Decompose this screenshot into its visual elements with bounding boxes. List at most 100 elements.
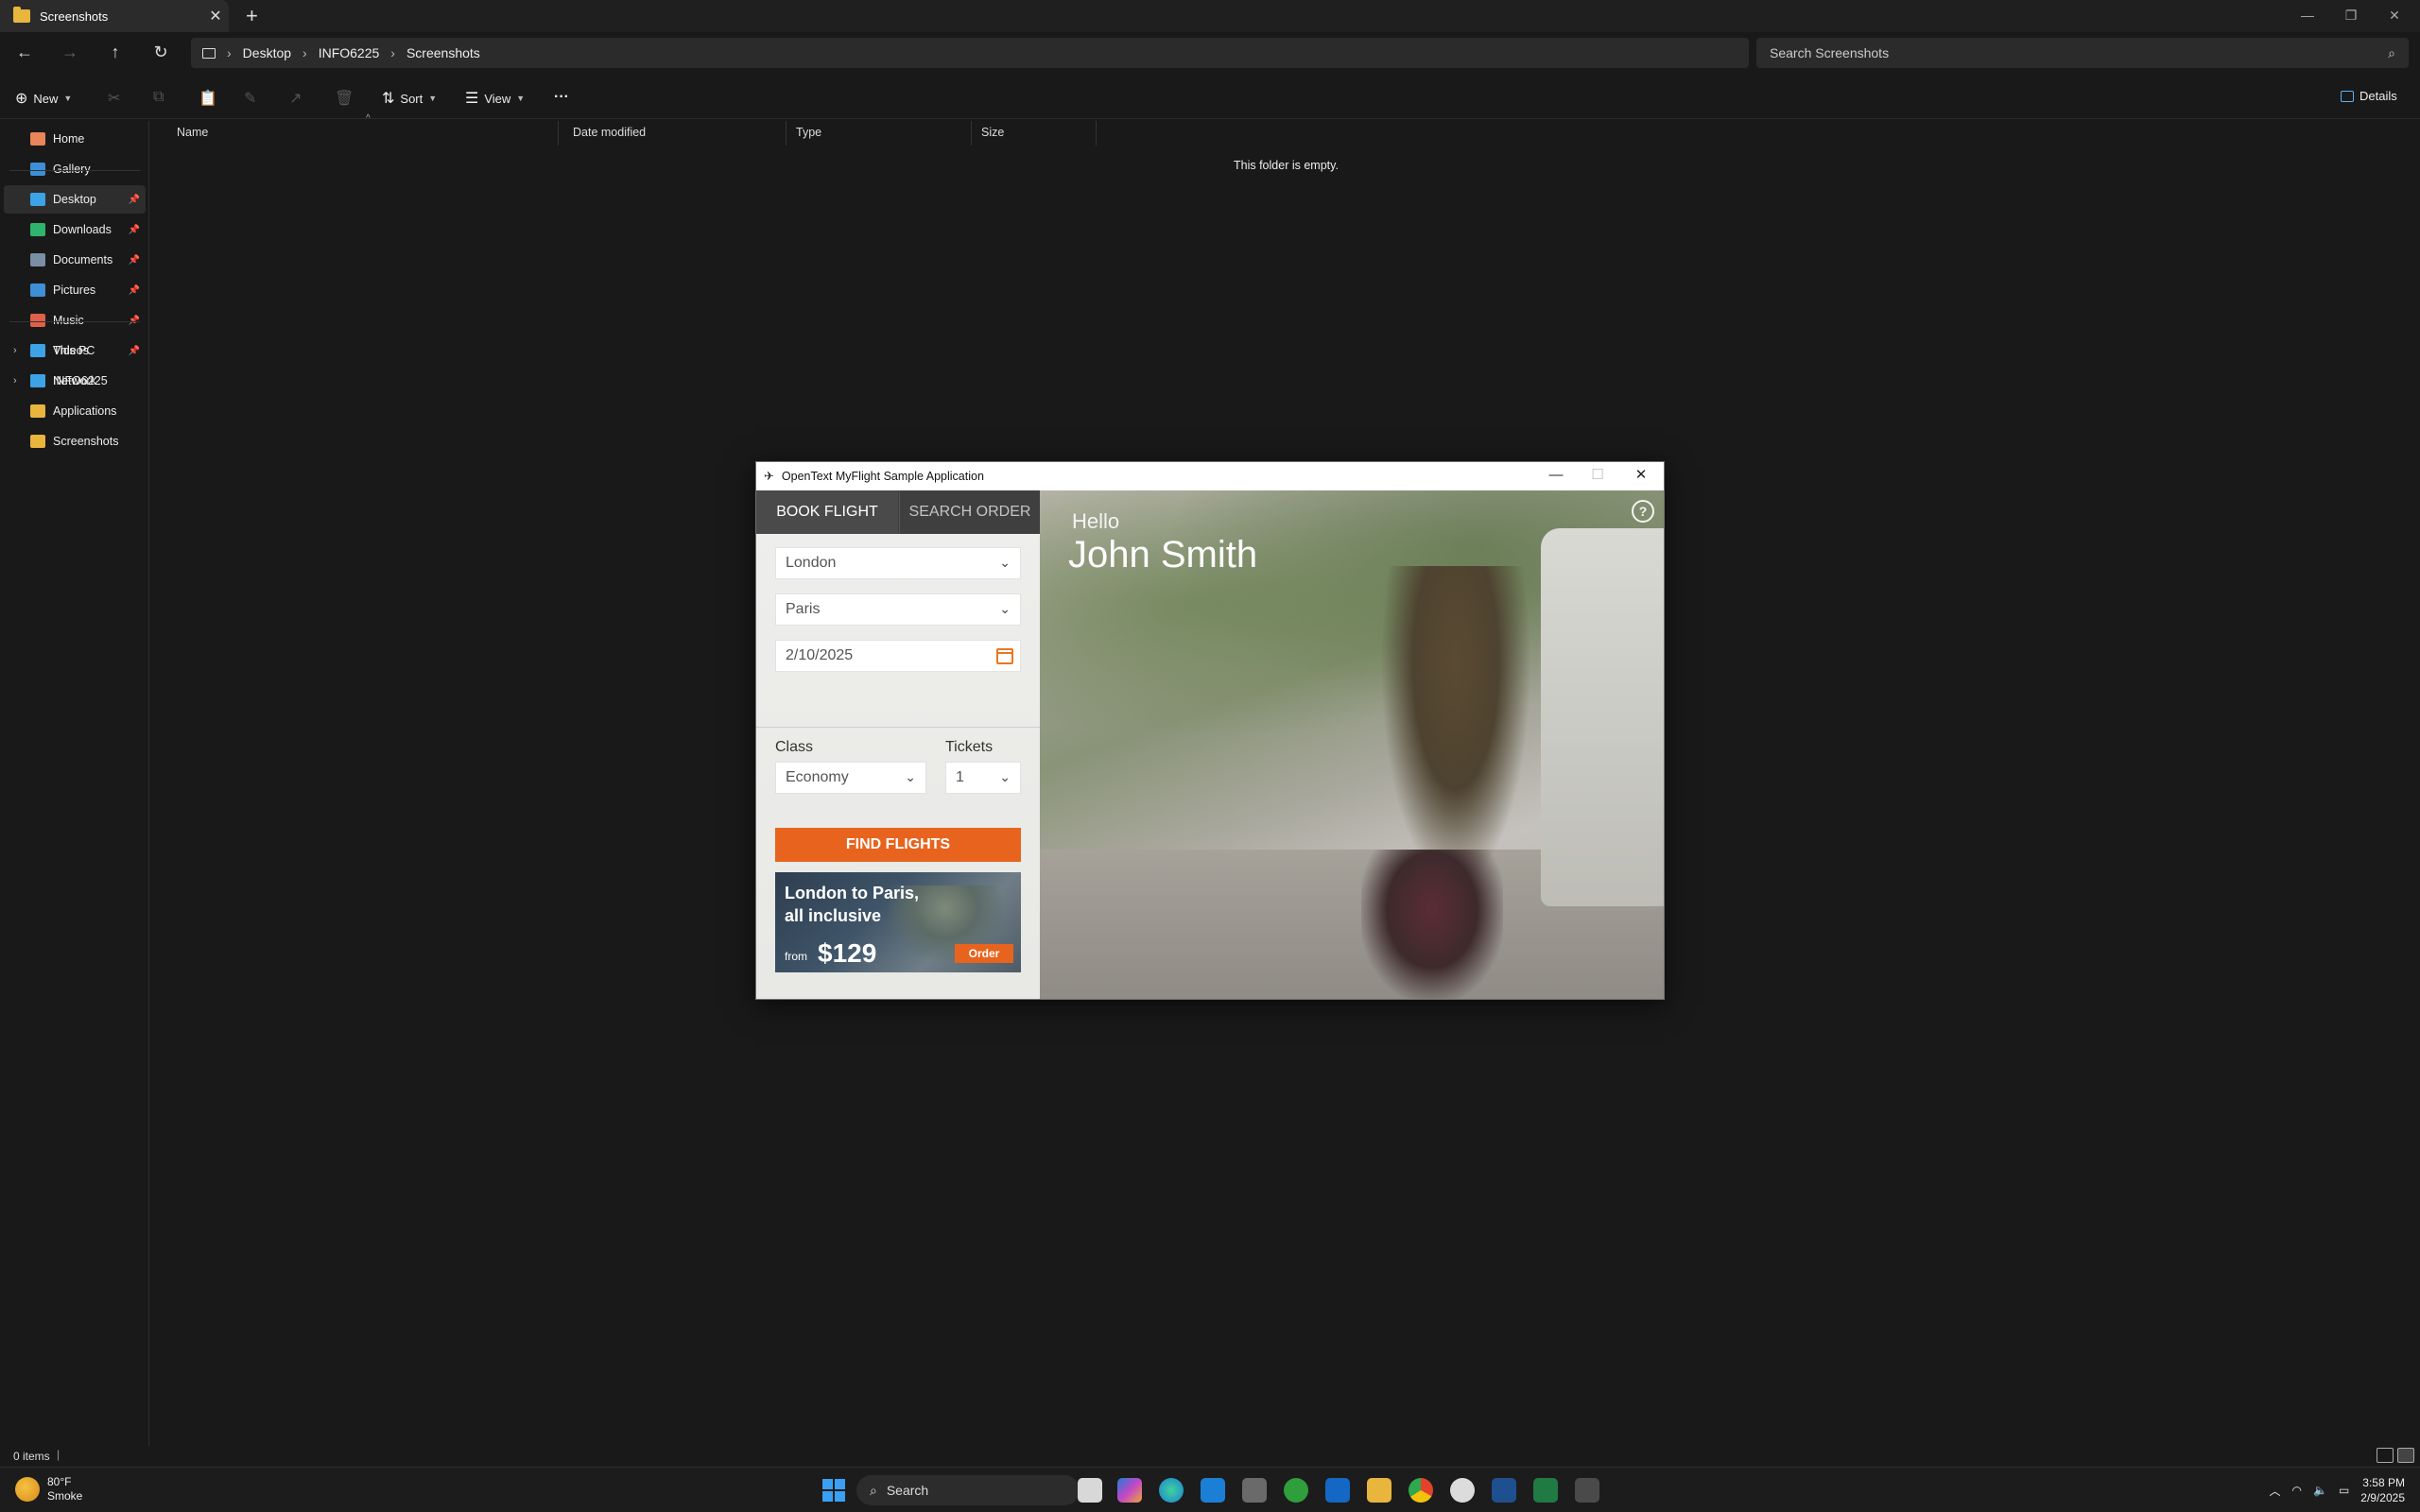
find-flights-button[interactable]: FIND FLIGHTS bbox=[775, 828, 1021, 862]
explorer-tab[interactable]: Screenshots ✕ bbox=[0, 0, 229, 32]
details-view-icon[interactable] bbox=[2377, 1448, 2394, 1463]
close-tab-icon[interactable]: ✕ bbox=[202, 7, 229, 26]
delete-icon[interactable]: 🗑 bbox=[335, 89, 354, 108]
pin-icon: 📌 bbox=[128, 194, 140, 205]
sidebar-divider bbox=[9, 170, 140, 171]
sidebar-item-label: Desktop bbox=[53, 193, 96, 206]
sidebar-item-label: Gallery bbox=[53, 163, 91, 176]
details-button[interactable]: Details bbox=[2341, 89, 2397, 103]
paste-icon[interactable]: 📋 bbox=[199, 89, 217, 108]
close-window-icon[interactable]: ✕ bbox=[2373, 0, 2416, 32]
from-city-select[interactable]: London ⌄ bbox=[775, 547, 1021, 579]
battery-icon[interactable]: ▭ bbox=[2339, 1484, 2349, 1497]
file-explorer-icon[interactable] bbox=[1367, 1478, 1392, 1503]
column-header-type[interactable]: Type bbox=[788, 121, 972, 146]
sidebar-item-label: Network bbox=[53, 374, 96, 387]
chevron-up-icon[interactable]: ︿ bbox=[2269, 1483, 2280, 1499]
column-header-size[interactable]: Size bbox=[974, 121, 1097, 146]
chatgpt-icon[interactable] bbox=[1450, 1478, 1475, 1503]
myflight-taskbar-icon[interactable] bbox=[1575, 1478, 1599, 1503]
up-icon[interactable]: ↑ bbox=[104, 42, 127, 64]
expand-chevron-icon[interactable]: › bbox=[13, 345, 17, 356]
app-minimize-icon[interactable]: — bbox=[1535, 462, 1577, 490]
date-value: 2/10/2025 bbox=[786, 647, 854, 663]
pictures-icon bbox=[30, 284, 45, 297]
excel-icon[interactable] bbox=[1533, 1478, 1558, 1503]
new-label: New bbox=[33, 91, 59, 106]
app-maximize-icon[interactable]: ☐ bbox=[1577, 462, 1618, 490]
promo-order-button[interactable]: Order bbox=[955, 944, 1013, 963]
tab-search-order[interactable]: SEARCH ORDER bbox=[899, 490, 1040, 534]
chevron-down-icon: ⌄ bbox=[999, 601, 1011, 616]
breadcrumb-desktop[interactable]: Desktop bbox=[243, 45, 291, 60]
expand-chevron-icon[interactable]: › bbox=[13, 375, 17, 387]
app-icon[interactable] bbox=[1242, 1478, 1267, 1503]
weather-widget[interactable]: 80°F Smoke bbox=[15, 1475, 82, 1503]
tiles-view-icon[interactable] bbox=[2397, 1448, 2414, 1463]
app-close-icon[interactable]: ✕ bbox=[1620, 462, 1662, 490]
sidebar-item-desktop[interactable]: Desktop 📌 bbox=[4, 185, 146, 214]
volume-icon[interactable]: 🔈 bbox=[2313, 1484, 2327, 1497]
class-select[interactable]: Economy ⌄ bbox=[775, 762, 926, 794]
sidebar-item-documents[interactable]: Documents 📌 bbox=[4, 246, 146, 274]
new-button[interactable]: ⊕ New ▼ bbox=[15, 89, 72, 108]
maximize-icon[interactable]: ❐ bbox=[2329, 0, 2373, 32]
sidebar-item-screenshots[interactable]: Screenshots bbox=[4, 427, 146, 455]
navigation-bar: ← → ↑ ↻ › Desktop › INFO6225 › Screensho… bbox=[0, 32, 2420, 74]
copilot-icon[interactable] bbox=[1117, 1478, 1142, 1503]
rename-icon[interactable]: ✎ bbox=[244, 89, 256, 108]
to-city-select[interactable]: Paris ⌄ bbox=[775, 593, 1021, 626]
sidebar-item-gallery[interactable]: Gallery bbox=[4, 155, 146, 183]
windows-logo-tile bbox=[835, 1479, 845, 1489]
start-button[interactable] bbox=[822, 1479, 845, 1502]
breadcrumb-screenshots[interactable]: Screenshots bbox=[406, 45, 480, 60]
promo-price: $129 bbox=[818, 938, 877, 968]
refresh-icon[interactable]: ↻ bbox=[149, 42, 172, 64]
more-options-button[interactable]: ··· bbox=[554, 89, 569, 106]
myflight-window: ✈ OpenText MyFlight Sample Application —… bbox=[755, 461, 1665, 1000]
minimize-icon[interactable]: — bbox=[2286, 0, 2329, 32]
help-icon[interactable]: ? bbox=[1632, 500, 1654, 523]
clock[interactable]: 3:58 PM 2/9/2025 bbox=[2360, 1475, 2405, 1505]
chrome-icon[interactable] bbox=[1409, 1478, 1433, 1503]
column-header-date-modified[interactable]: Date modified bbox=[565, 121, 786, 146]
share-icon[interactable]: ↗ bbox=[289, 89, 302, 108]
outlook-icon[interactable] bbox=[1325, 1478, 1350, 1503]
back-icon[interactable]: ← bbox=[13, 42, 36, 64]
wifi-icon[interactable]: ◠ bbox=[2292, 1484, 2302, 1497]
tickets-select[interactable]: 1 ⌄ bbox=[945, 762, 1021, 794]
search-icon: ⌕ bbox=[870, 1482, 877, 1498]
xbox-icon[interactable] bbox=[1284, 1478, 1308, 1503]
cut-icon[interactable]: ✂ bbox=[108, 89, 120, 108]
tab-book-flight[interactable]: BOOK FLIGHT bbox=[756, 490, 898, 534]
calendar-icon[interactable] bbox=[996, 648, 1013, 664]
search-input[interactable]: Search Screenshots ⌕ bbox=[1756, 38, 2409, 68]
sidebar-item-network[interactable]: › Network bbox=[4, 367, 146, 395]
breadcrumb-info6225[interactable]: INFO6225 bbox=[319, 45, 380, 60]
store-icon[interactable] bbox=[1201, 1478, 1225, 1503]
date-picker[interactable]: 2/10/2025 bbox=[775, 640, 1021, 672]
column-header-name[interactable]: Name bbox=[169, 121, 559, 146]
sidebar-item-home[interactable]: Home bbox=[4, 125, 146, 153]
divider bbox=[756, 727, 1040, 728]
forward-icon[interactable]: → bbox=[59, 42, 81, 64]
sidebar-item-pictures[interactable]: Pictures 📌 bbox=[4, 276, 146, 304]
sidebar-item-applications[interactable]: Applications bbox=[4, 397, 146, 425]
sidebar-item-downloads[interactable]: Downloads 📌 bbox=[4, 215, 146, 244]
address-bar[interactable]: › Desktop › INFO6225 › Screenshots bbox=[191, 38, 1749, 68]
new-tab-button[interactable]: + bbox=[246, 4, 258, 28]
folder-icon bbox=[13, 7, 30, 23]
sidebar-item-this-pc[interactable]: › This PC bbox=[4, 336, 146, 365]
sort-button[interactable]: ⇅ Sort ▼ bbox=[382, 89, 437, 108]
task-view-icon[interactable] bbox=[1078, 1478, 1102, 1503]
app-tabs: BOOK FLIGHT SEARCH ORDER bbox=[756, 490, 1040, 534]
opentext-icon[interactable] bbox=[1492, 1478, 1516, 1503]
taskbar-search[interactable]: ⌕ Search bbox=[856, 1475, 1080, 1505]
sidebar-item-music[interactable]: Music 📌 bbox=[4, 306, 146, 335]
empty-folder-message: This folder is empty. bbox=[1234, 159, 1339, 172]
edge-icon[interactable] bbox=[1159, 1478, 1184, 1503]
promo-banner[interactable]: London to Paris, all inclusive from $129… bbox=[775, 872, 1021, 972]
view-button[interactable]: ☰ View ▼ bbox=[465, 89, 525, 108]
copy-icon[interactable]: ⧉ bbox=[153, 89, 164, 106]
sort-icon: ⇅ bbox=[382, 91, 395, 107]
